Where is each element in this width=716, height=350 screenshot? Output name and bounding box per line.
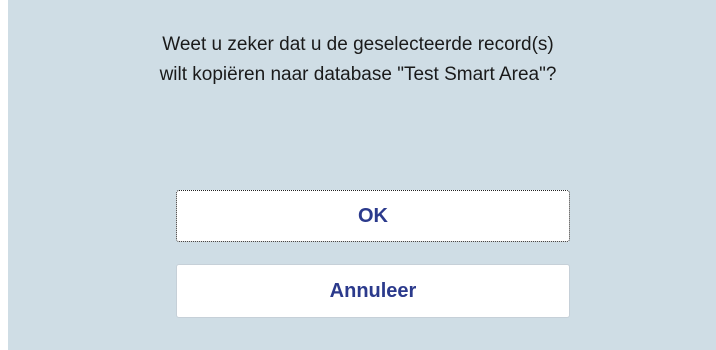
ok-button[interactable]: OK <box>176 190 570 242</box>
message-line-2: wilt kopiëren naar database "Test Smart … <box>159 64 557 85</box>
cancel-button[interactable]: Annuleer <box>176 264 570 318</box>
message-line-1: Weet u zeker dat u de geselecteerde reco… <box>162 34 554 55</box>
confirm-dialog: Weet u zeker dat u de geselecteerde reco… <box>8 0 716 350</box>
confirmation-message: Weet u zeker dat u de geselecteerde reco… <box>8 30 708 90</box>
